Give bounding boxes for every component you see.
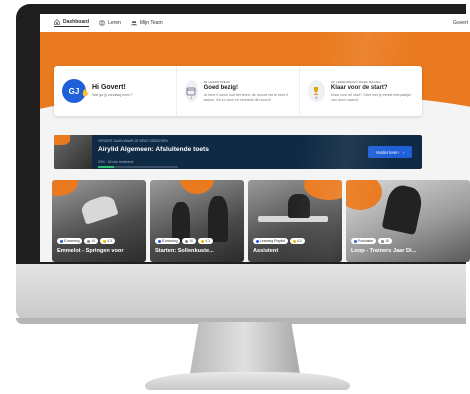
progress-bar xyxy=(98,166,178,168)
tile-chips: Learning Playlist 4.0 xyxy=(253,238,305,244)
challenge-text: Klaar voor de start? Start met je eerste… xyxy=(330,92,411,102)
welcome-card: GJ ✋ Hi Govert! Wat ga jij vandaag leren… xyxy=(54,66,422,116)
monitor-chin xyxy=(16,264,466,320)
course-tiles: E-learning 10 4.3 Emmelot - Springen voo… xyxy=(52,180,470,262)
tile-image xyxy=(208,196,228,242)
continue-banner[interactable]: Verder gaan waar je bent gebleven Airyli… xyxy=(54,135,422,169)
chip-label: 4.1 xyxy=(205,239,210,243)
trophy-glyph xyxy=(314,87,319,95)
chip-rating: 4.0 xyxy=(289,238,305,244)
chip-label: Learning Playlist xyxy=(260,239,285,243)
star-icon xyxy=(292,239,296,243)
elearning-icon xyxy=(158,239,161,243)
chip-type: Podcaster xyxy=(351,238,377,244)
avatar-initials: GJ xyxy=(68,86,80,96)
top-nav: Dashboard Leren Mijn Team Govert xyxy=(40,14,470,32)
chevron-right-icon: › xyxy=(402,149,405,155)
tile-image xyxy=(381,182,425,236)
course-tile[interactable]: Learning Playlist 4.0 Assistent xyxy=(248,180,342,262)
nav-item-label: Leren xyxy=(108,20,121,26)
challenge-title: Klaar voor de start? xyxy=(330,84,388,91)
course-tile[interactable]: E-learning 10 4.3 Emmelot - Springen voo… xyxy=(52,180,146,262)
clock-icon xyxy=(381,239,385,243)
leerstreak-tag: Je leerstreak xyxy=(203,79,231,84)
monitor-scene: Dashboard Leren Mijn Team Govert GJ ✋ Hi… xyxy=(0,0,470,394)
podcast-icon xyxy=(354,239,357,243)
banner-title: Airylid Algemeen: Afsluitende toets xyxy=(98,146,209,153)
banner-meta: 20% · 34 min resterend xyxy=(98,160,134,164)
star-icon xyxy=(103,239,107,243)
wave-icon: ✋ xyxy=(81,90,90,97)
tile-title: Starten: Sollenkuste... xyxy=(155,248,214,254)
elearning-icon xyxy=(60,239,63,243)
playlist-icon xyxy=(256,239,259,243)
chip-duration: 10 xyxy=(84,238,99,244)
tile-chips: Podcaster 10 xyxy=(351,238,393,244)
challenge-tag: Je leerdoelen deze maand xyxy=(330,79,381,84)
chip-label: Podcaster xyxy=(358,239,374,243)
tile-image xyxy=(288,194,310,218)
leerstreak-title: Goed bezig! xyxy=(203,84,238,91)
monitor-stand-neck xyxy=(190,322,300,374)
clock-icon xyxy=(185,239,189,243)
chip-type: Learning Playlist xyxy=(253,238,288,244)
chip-duration: 10 xyxy=(182,238,197,244)
monitor-stand-base xyxy=(145,372,350,390)
banner-tag: Verder gaan waar je bent gebleven xyxy=(98,139,168,143)
tile-chips: E-learning 10 4.1 xyxy=(155,238,213,244)
tile-image xyxy=(172,202,190,242)
chip-label: 4.3 xyxy=(107,239,112,243)
course-tile[interactable]: Podcaster 10 Loop - Trainers Jaar Di... xyxy=(346,180,470,262)
chip-rating: 4.1 xyxy=(198,238,213,244)
calendar-glyph xyxy=(186,87,196,96)
chip-type: E-learning xyxy=(155,238,181,244)
chip-label: E-learning xyxy=(162,239,178,243)
greeting-subtitle: Wat ga jij vandaag leren? xyxy=(92,93,133,98)
challenge-value: 0 xyxy=(315,96,318,100)
tile-title: Assistent xyxy=(253,248,279,254)
continue-button-label: Verder leren xyxy=(375,149,399,155)
team-icon xyxy=(130,21,137,26)
clock-icon xyxy=(87,239,91,243)
user-menu[interactable]: Govert xyxy=(453,20,468,26)
chip-label: 10 xyxy=(189,239,194,243)
leerstreak-text: Je bent 0 week oud het leren, de record … xyxy=(203,92,288,102)
chip-label: E-learning xyxy=(64,239,80,243)
banner-thumbnail xyxy=(54,135,92,169)
avatar[interactable]: GJ ✋ xyxy=(62,79,90,103)
tile-decoration xyxy=(180,180,214,194)
greeting: Hi Govert! xyxy=(92,84,126,92)
chip-label: 10 xyxy=(91,239,96,243)
tile-decoration xyxy=(304,180,342,200)
star-icon xyxy=(201,239,205,243)
book-icon xyxy=(99,20,105,26)
trophy-icon: 0 xyxy=(308,80,325,102)
continue-button[interactable]: Verder leren › xyxy=(368,146,412,158)
chip-label: 4.0 xyxy=(296,239,302,243)
tile-title: Emmelot - Springen voor xyxy=(57,248,124,254)
nav-item-label: Mijn Team xyxy=(139,20,163,26)
welcome-cell: GJ ✋ Hi Govert! Wat ga jij vandaag leren… xyxy=(54,66,176,116)
chip-label: 10 xyxy=(385,239,390,243)
nav-item-label: Dashboard xyxy=(63,19,90,25)
home-icon xyxy=(54,19,60,25)
challenge-cell: 0 Je leerdoelen deze maand Klaar voor de… xyxy=(299,66,422,116)
calendar-icon: 1 xyxy=(185,80,198,102)
nav-item-leren[interactable]: Leren xyxy=(99,20,121,26)
chip-rating: 4.3 xyxy=(100,238,115,244)
screen: Dashboard Leren Mijn Team Govert GJ ✋ Hi… xyxy=(40,14,470,262)
tile-title: Loop - Trainers Jaar Di... xyxy=(351,248,417,254)
chip-type: E-learning xyxy=(57,238,83,244)
nav-item-dashboard[interactable]: Dashboard xyxy=(54,19,90,27)
tile-decoration xyxy=(52,180,78,196)
tile-image xyxy=(79,193,119,225)
leerstreak-cell: 1 Je leerstreak Goed bezig! Je bent 0 we… xyxy=(176,66,299,116)
tile-decoration xyxy=(346,180,382,210)
nav-item-mijn-team[interactable]: Mijn Team xyxy=(130,20,163,26)
course-tile[interactable]: E-learning 10 4.1 Starten: Sollenkuste..… xyxy=(150,180,244,262)
leerstreak-value: 1 xyxy=(190,96,193,100)
progress-fill xyxy=(98,166,114,168)
chip-duration: 10 xyxy=(378,238,393,244)
tile-chips: E-learning 10 4.3 xyxy=(57,238,115,244)
